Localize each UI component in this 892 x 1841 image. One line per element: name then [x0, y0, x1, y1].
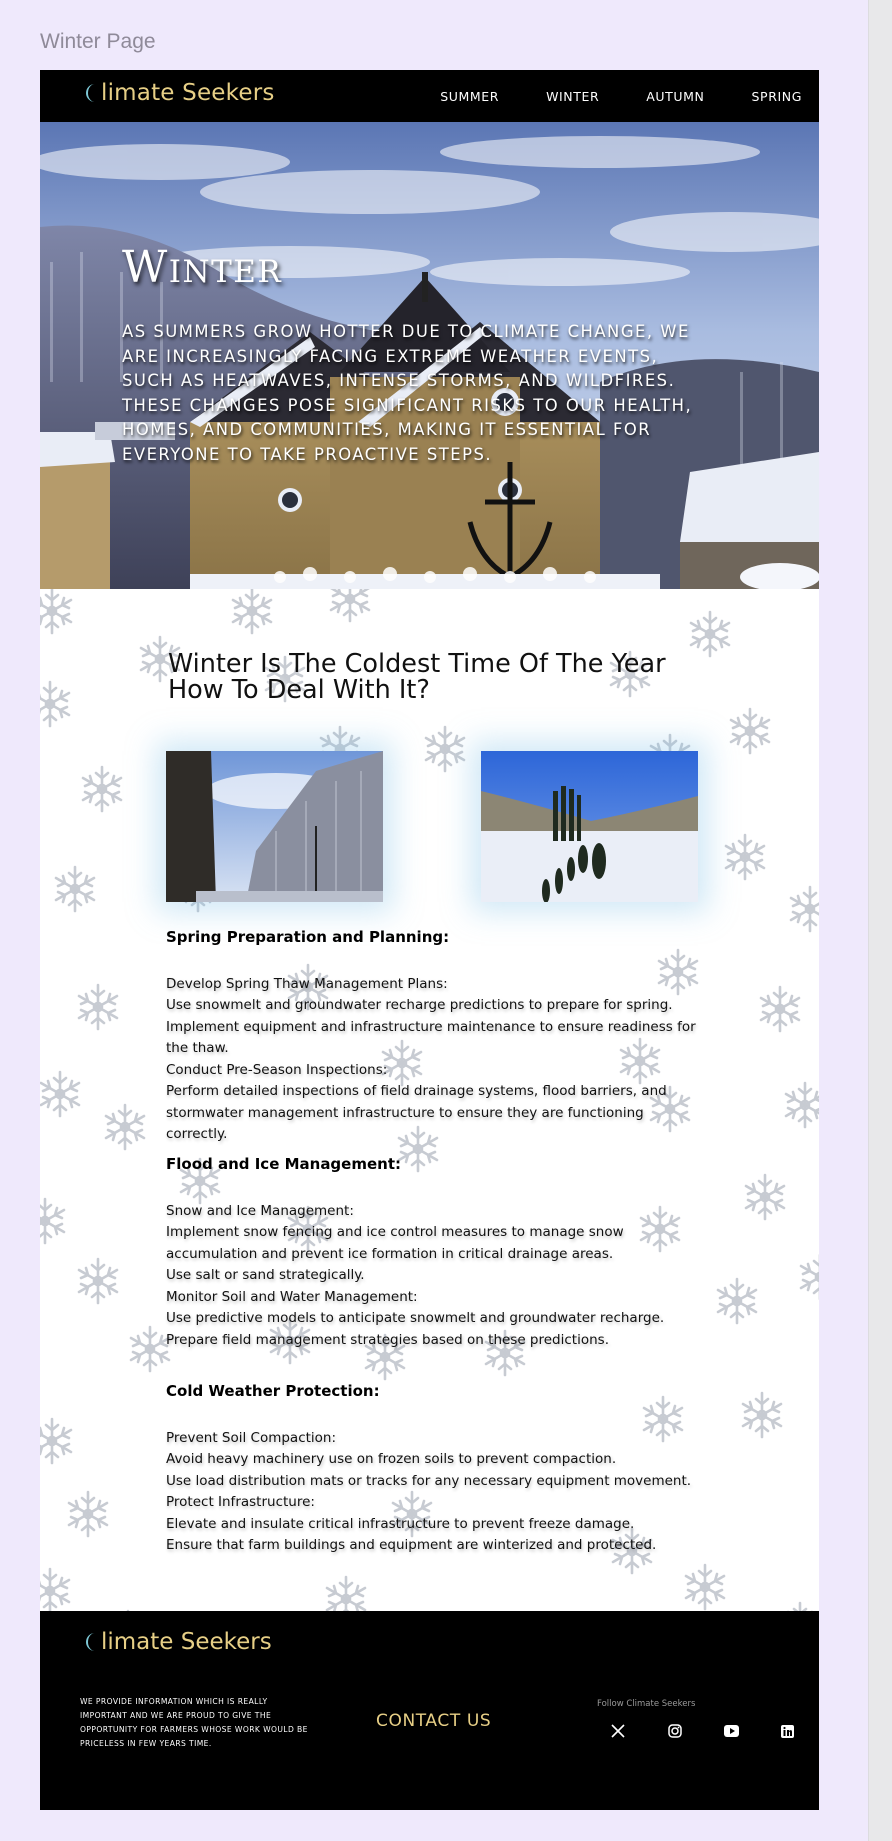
section-line: Monitor Soil and Water Management:	[166, 1288, 418, 1305]
nav-spring[interactable]: SPRING	[752, 89, 802, 104]
section-line: Use snowmelt and groundwater recharge pr…	[166, 997, 673, 1013]
spring-preparation-section: Spring Preparation and Planning: Develop…	[166, 927, 706, 1146]
section-line: Perform detailed inspections of field dr…	[166, 1083, 667, 1142]
moon-logo-icon	[82, 1631, 100, 1653]
section-title: Flood and Ice Management:	[166, 1155, 401, 1173]
section-line: Use load distribution mats or tracks for…	[166, 1472, 692, 1489]
x-icon[interactable]	[608, 1721, 628, 1741]
section-line: Use salt or sand strategically.	[166, 1267, 365, 1283]
brand-logo[interactable]: limate Seekers	[82, 80, 275, 106]
hero-title: Winter	[122, 242, 283, 293]
hero-banner: Winter As summers grow hotter due to cli…	[40, 122, 819, 589]
section-line: Elevate and insulate critical infrastruc…	[166, 1515, 635, 1532]
header: limate Seekers SUMMER WINTER AUTUMN SPRI…	[40, 70, 819, 122]
instagram-icon[interactable]	[665, 1721, 685, 1741]
page-frame: limate Seekers SUMMER WINTER AUTUMN SPRI…	[40, 70, 819, 1810]
cold-weather-section: Cold Weather Protection: Prevent Soil Co…	[166, 1381, 706, 1557]
section-line: Prepare field management strategies base…	[166, 1331, 609, 1348]
scrollbar[interactable]	[868, 0, 892, 1841]
youtube-icon[interactable]	[721, 1721, 741, 1741]
section-line: Implement equipment and infrastructure m…	[166, 1018, 696, 1057]
section-line: Use predictive models to anticipate snow…	[166, 1310, 665, 1326]
footer-about-text: We provide information which is really i…	[80, 1697, 308, 1748]
section-line: Implement snow fencing and ice control m…	[166, 1224, 624, 1262]
section-line: Prevent Soil Compaction:	[166, 1429, 337, 1446]
flood-ice-section: Flood and Ice Management: Snow and Ice M…	[166, 1154, 706, 1351]
footer-brand-logo[interactable]: limate Seekers	[82, 1629, 272, 1655]
page-label: Winter Page	[40, 30, 156, 53]
section-title: Spring Preparation and Planning:	[166, 928, 450, 946]
nav-winter[interactable]: WINTER	[546, 89, 599, 104]
section-title: Cold Weather Protection:	[166, 1382, 380, 1400]
footer: limate Seekers We provide information wh…	[40, 1611, 819, 1810]
main-nav: SUMMER WINTER AUTUMN SPRING	[440, 70, 802, 122]
footer-brand-name: limate Seekers	[101, 1629, 272, 1655]
section-line: Snow and Ice Management:	[166, 1202, 354, 1219]
section-line: Avoid heavy machinery use on frozen soil…	[166, 1451, 617, 1467]
follow-label: Follow Climate Seekers	[597, 1699, 696, 1709]
heading-line-2: How To Deal With It?	[168, 675, 430, 705]
nav-autumn[interactable]: AUTUMN	[646, 89, 704, 104]
section-line: Develop Spring Thaw Management Plans:	[166, 975, 448, 992]
moon-logo-icon	[82, 82, 100, 104]
linkedin-icon[interactable]	[777, 1721, 797, 1741]
brand-name: limate Seekers	[101, 80, 275, 106]
section-heading: Winter Is The Coldest Time Of The Year H…	[168, 651, 666, 703]
contact-us-link[interactable]: CONTACT US	[376, 1711, 491, 1731]
section-line: Ensure that farm buildings and equipment…	[166, 1537, 657, 1553]
section-line: Protect Infrastructure:	[166, 1494, 315, 1510]
hero-description: As summers grow hotter due to climate ch…	[122, 322, 693, 464]
winter-forest-road-photo	[166, 751, 383, 902]
main-content: Winter Is The Coldest Time Of The Year H…	[40, 589, 819, 1681]
snowy-park-photo	[481, 751, 698, 902]
nav-summer[interactable]: SUMMER	[440, 89, 499, 104]
section-line: Conduct Pre-Season Inspections:	[166, 1061, 388, 1078]
